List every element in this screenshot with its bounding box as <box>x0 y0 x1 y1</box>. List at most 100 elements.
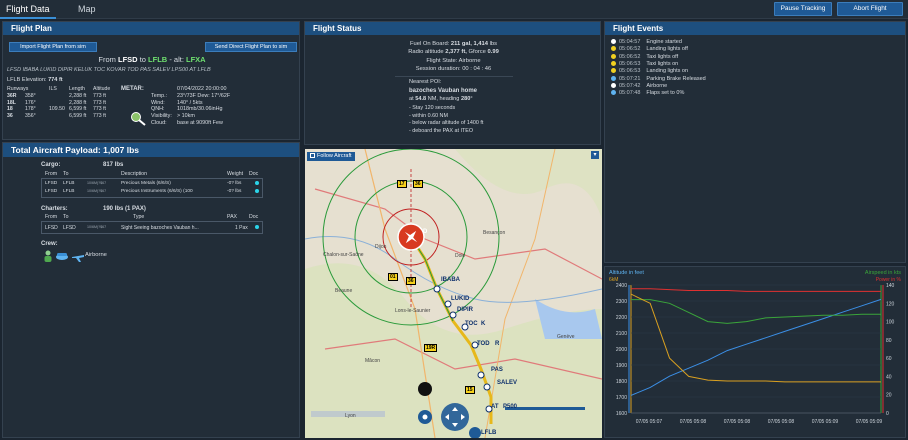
doc-icon[interactable] <box>255 189 259 193</box>
gforce-value: 0.99 <box>487 49 499 55</box>
runway-cell: 2,288 ft <box>69 99 87 106</box>
wp-toc[interactable]: TOC <box>465 321 478 327</box>
map-zoom-button[interactable] <box>418 382 432 396</box>
poi-note: - deboard the PAX at ITEO <box>409 127 474 134</box>
flight-plan-panel: Flight Plan Import Flight Plan from sim … <box>2 21 300 140</box>
wp-pas[interactable]: PAS <box>491 367 503 373</box>
runway-cell: 356° <box>25 112 36 119</box>
event-time: 05:06:53 <box>619 60 641 67</box>
runway-cell: 2,288 ft <box>69 93 87 99</box>
doc-icon[interactable] <box>255 225 259 229</box>
charter-table: LFSD LFSD 10/6M(?$67 Sight Seeing bazoches … <box>41 221 263 234</box>
wp-p500[interactable]: P500 <box>503 404 517 410</box>
event-time: 05:07:48 <box>619 90 641 97</box>
wp-tod[interactable]: TOD <box>477 341 490 347</box>
cargo-weight-col: Weight <box>227 171 244 177</box>
runway-cell: 773 ft <box>93 99 106 106</box>
right-tick: 0 <box>886 411 889 417</box>
runway-badge-17: 17 <box>397 180 407 188</box>
runway-cell: 18L <box>7 99 16 106</box>
event-text: Landing lights off <box>646 46 688 53</box>
poi-dist-value: 54.8 <box>415 96 427 102</box>
right-tick: 20 <box>886 393 892 399</box>
follow-aircraft-toggle[interactable]: Follow Aircraft <box>307 152 355 161</box>
from-label: From <box>98 55 116 64</box>
wp-ibaba[interactable]: IBABA <box>441 277 460 283</box>
event-row: 05:06:53 Landing lights on <box>611 68 688 74</box>
town-lyon: Lyon <box>345 413 356 419</box>
charter-cell: 10/6M(?$67 <box>87 225 107 229</box>
duration-line: Session duration: 00 : 04 : 46 <box>305 66 602 73</box>
pause-tracking-button[interactable]: Pause Tracking <box>774 2 832 16</box>
wp-dipir[interactable]: DIPIR <box>457 307 473 313</box>
to-label: to <box>139 55 146 64</box>
wp-lflb[interactable]: LFLB <box>481 430 496 436</box>
left-tick: 1600 <box>616 411 627 417</box>
poi-note: - within 0.60 NM <box>409 112 448 119</box>
charter-doc-col: Doc <box>249 214 259 220</box>
wp-kovar[interactable]: R <box>495 341 499 347</box>
town-beaune: Beaune <box>335 288 353 294</box>
radio-line: Radio altitude 2,377 ft, Gforce 0.99 <box>305 49 602 56</box>
magnifier-icon[interactable] <box>130 111 148 127</box>
wp-lukid[interactable]: LUKID <box>451 296 469 302</box>
state-label: Flight State: <box>426 58 458 64</box>
runway-cell: 36 <box>7 112 13 119</box>
cargo-from-col: From <box>45 171 58 177</box>
abort-flight-button[interactable]: Abort Flight <box>837 2 903 16</box>
wp-salev[interactable]: SALEV <box>497 380 517 386</box>
altitude-chart-panel: Altitude in feet 6kM Airspeed in kts Pow… <box>604 266 906 438</box>
alt-label: - alt: <box>169 55 184 64</box>
event-time: 05:07:21 <box>619 75 641 82</box>
x-tick: 07/05 05:09 <box>856 419 883 425</box>
left-tick: 1800 <box>616 379 627 385</box>
cargo-cell: LFSD <box>45 181 58 186</box>
checkbox-icon[interactable] <box>310 153 315 159</box>
event-row: 05:06:52 Taxi lights off <box>611 54 678 60</box>
status-divider <box>395 76 513 77</box>
runway-cell: 36R <box>7 93 17 99</box>
altitude-chart: 2400 2300 2200 2100 2000 1900 1800 1700 1600 140 1… <box>616 283 895 425</box>
wp-at[interactable]: AT <box>491 404 499 410</box>
event-text: Taxi lights on <box>646 60 679 67</box>
eye-icon <box>422 414 428 420</box>
cargo-desc-col: Description <box>121 171 147 177</box>
metar-key: Cloud: <box>151 120 167 126</box>
left-tick: 2400 <box>616 283 627 289</box>
send-flight-plan-button[interactable]: Send Direct Flight Plan to sim <box>205 42 297 52</box>
town-lons: Lons-le-Saunier <box>395 308 431 314</box>
town-dole: Dole <box>455 253 466 259</box>
wp-keluk[interactable]: K <box>481 321 485 327</box>
charters-label: Charters: <box>41 206 68 212</box>
map-menu-chevron-icon[interactable]: ▾ <box>591 151 599 159</box>
doc-icon[interactable] <box>255 181 259 185</box>
tab-map[interactable]: Map <box>72 0 102 19</box>
charter-cell: Sight Seeing bazoches Vauban h... <box>121 225 199 231</box>
right-tick: 80 <box>886 338 892 344</box>
town-geneve: Genève <box>557 334 575 340</box>
payload-panel: Total Aircraft Payload: 1,007 lbs Cargo:… <box>2 142 300 438</box>
flight-map[interactable]: Follow Aircraft ▾ D IBABA LUKID DIPIR TO… <box>305 149 602 438</box>
duration-value: 00 : 04 : 46 <box>462 66 492 72</box>
gforce-label: Gforce <box>468 49 486 55</box>
flight-status-title: Flight Status <box>305 22 600 35</box>
cargo-weight: 817 lbs <box>103 162 124 168</box>
payload-title: Total Aircraft Payload: 1,007 lbs <box>3 143 299 157</box>
poi-dist-unit: NM, heading <box>427 96 460 102</box>
runway-cell: 18 <box>7 106 13 112</box>
event-dot-icon <box>611 68 616 74</box>
runway-cell: 109.50 <box>49 106 65 112</box>
metar-value: 23°/73F Dew: 17°/62F <box>177 92 231 99</box>
runway-cell: 178° <box>25 106 36 112</box>
event-dot-icon <box>611 46 616 52</box>
flight-events-panel: Flight Events 05:04:57 Engine started 05:0… <box>604 21 906 263</box>
tab-flight-data[interactable]: Flight Data <box>0 0 56 19</box>
event-time: 05:06:53 <box>619 68 641 75</box>
x-tick: 07/05 05:07 <box>636 419 663 425</box>
radio-label: Radio altitude <box>408 49 444 55</box>
follow-aircraft-label: Follow Aircraft <box>317 153 352 159</box>
town-chalon: Chalon-sur-Saône <box>323 252 364 258</box>
import-flight-plan-button[interactable]: Import Flight Plan from sim <box>9 42 97 52</box>
event-row: 05:07:21 Parking Brake Released <box>611 76 706 82</box>
event-text: Engine started <box>646 39 682 45</box>
